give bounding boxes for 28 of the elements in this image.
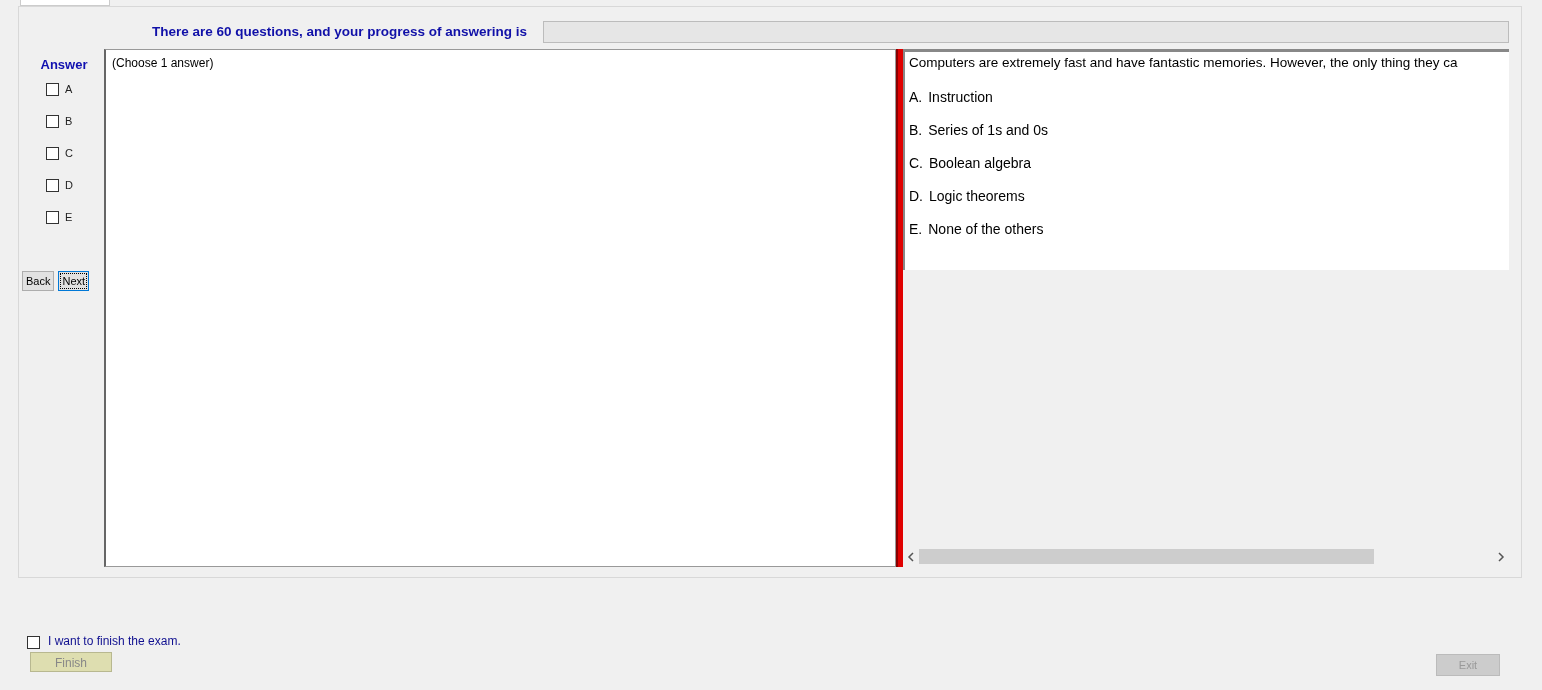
- answer-heading: Answer: [39, 56, 89, 74]
- answer-checkbox[interactable]: [46, 178, 59, 192]
- option-label: C: [65, 145, 73, 161]
- finish-checkbox[interactable]: [27, 635, 40, 649]
- option-label: D: [65, 177, 73, 193]
- answer-checkbox[interactable]: [46, 146, 59, 160]
- answer-checkbox[interactable]: [46, 114, 59, 128]
- choice-text: Series of 1s and 0s: [928, 121, 1049, 141]
- progress-caption: There are 60 questions, and your progress of answering is: [151, 22, 528, 41]
- choice-letter: D.: [909, 187, 923, 207]
- answer-checkbox[interactable]: [46, 210, 59, 224]
- option-label: E: [65, 209, 73, 225]
- choice-text: None of the others: [928, 220, 1044, 240]
- nav-button[interactable]: Back: [22, 271, 55, 291]
- choice-text: Logic theorems: [929, 187, 1025, 207]
- choice-text: Instruction: [928, 88, 993, 108]
- option-label: B: [65, 113, 73, 129]
- question-text: Computers are extremely fast and have fantastic memories. However, the only thing they ca: [909, 54, 1459, 72]
- choice-letter: C.: [909, 154, 923, 174]
- choice-text: Boolean algebra: [929, 154, 1031, 174]
- choice-letter: A.: [909, 88, 923, 108]
- nav-button[interactable]: Next: [58, 271, 90, 291]
- answer-checkbox[interactable]: [46, 82, 59, 96]
- choice-letter: B.: [909, 121, 923, 141]
- answer-text-area[interactable]: (Choose 1 answer): [104, 49, 896, 567]
- finish-confirm-label: I want to finish the exam.: [48, 633, 181, 650]
- choice-letter: E.: [909, 220, 923, 240]
- option-label: A: [65, 81, 73, 97]
